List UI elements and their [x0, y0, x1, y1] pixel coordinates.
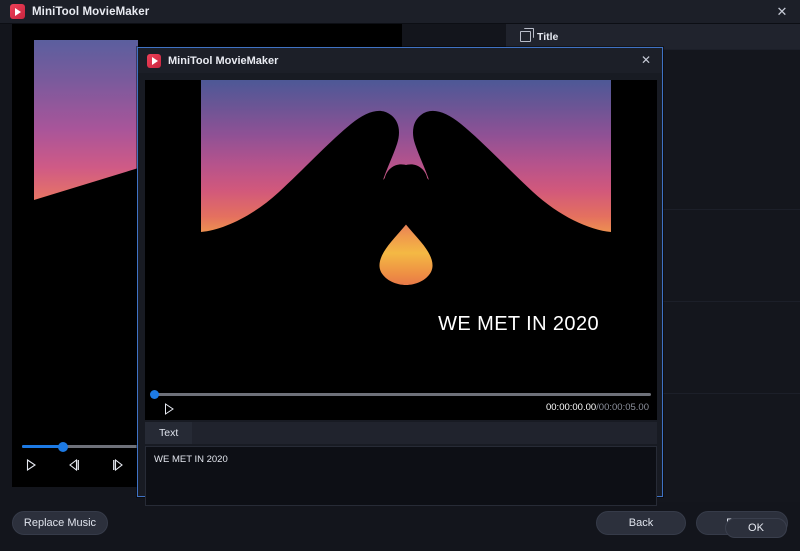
- next-frame-icon[interactable]: [110, 458, 126, 472]
- tab-title[interactable]: Title: [506, 24, 572, 49]
- app-title: MiniTool MovieMaker: [32, 5, 150, 18]
- replace-music-button[interactable]: Replace Music: [12, 511, 108, 535]
- dialog-titlebar: MiniTool MovieMaker ✕: [138, 48, 662, 73]
- play-icon[interactable]: [163, 403, 175, 415]
- previous-frame-icon[interactable]: [66, 458, 82, 472]
- back-button[interactable]: Back: [596, 511, 686, 535]
- play-icon[interactable]: [24, 458, 38, 472]
- dialog-seekbar[interactable]: [150, 389, 651, 399]
- app-logo-icon: [10, 4, 25, 19]
- preview-frame-image: WE MET IN 2020: [201, 80, 611, 342]
- heart-hands-silhouette: [201, 110, 611, 342]
- dialog-close-icon[interactable]: ✕: [638, 52, 654, 68]
- right-panel-tabbar: Title: [506, 24, 800, 49]
- timecode-display: 00:00:00.00/00:00:05.00: [546, 402, 649, 413]
- player-seekbar-knob[interactable]: [58, 441, 68, 452]
- ok-button[interactable]: OK: [725, 518, 787, 538]
- tab-title-label: Title: [537, 30, 559, 43]
- timecode-current: 00:00:00.00: [545, 402, 597, 413]
- app-logo-icon: [147, 53, 161, 68]
- dialog-tabbar: Text: [145, 422, 657, 444]
- dialog-title: MiniTool MovieMaker: [168, 54, 279, 67]
- dialog-preview: WE MET IN 2020: [145, 80, 657, 386]
- text-input[interactable]: [145, 446, 657, 506]
- player-frame-image: [34, 40, 138, 336]
- tab-text[interactable]: Text: [145, 422, 193, 444]
- preview-overlay-text: WE MET IN 2020: [438, 313, 599, 335]
- close-icon[interactable]: ✕: [774, 4, 790, 20]
- text-edit-dialog: MiniTool MovieMaker ✕ WE MET IN 2020 00:…: [137, 47, 787, 538]
- title-icon: [520, 28, 534, 42]
- app-window: MiniTool MovieMaker ✕ Title Replace Musi…: [0, 0, 800, 551]
- dialog-seekbar-knob[interactable]: [150, 389, 159, 399]
- dialog-transport: 00:00:00.00/00:00:05.00: [145, 386, 657, 420]
- timecode-total: /00:00:05.00: [596, 402, 649, 413]
- bottom-toolbar: Replace Music Back Export: [0, 502, 800, 551]
- main-titlebar: MiniTool MovieMaker ✕: [0, 0, 800, 24]
